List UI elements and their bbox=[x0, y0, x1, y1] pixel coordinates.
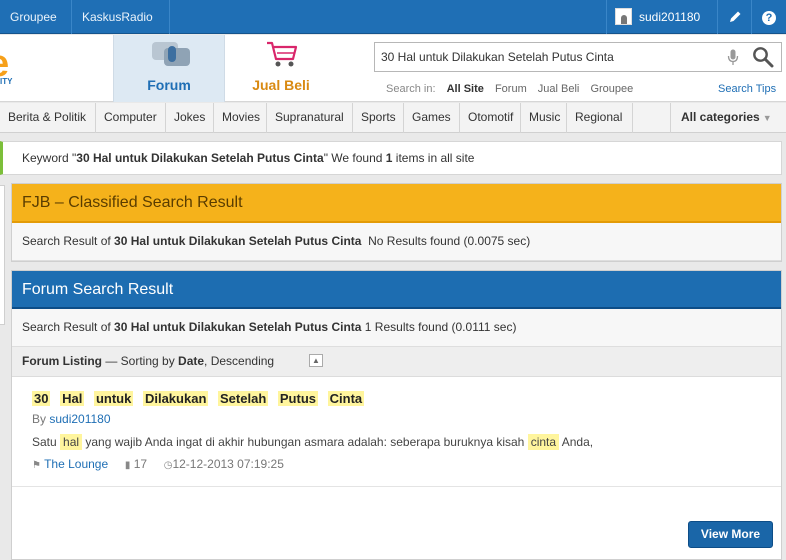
collapse-icon[interactable]: ▲ bbox=[309, 354, 323, 367]
snippet-text: Satu bbox=[32, 435, 61, 449]
author-link[interactable]: sudi201180 bbox=[49, 412, 110, 426]
forum-result-keyword: 30 Hal untuk Dilakukan Setelah Putus Cin… bbox=[114, 320, 362, 334]
keyword-mid: " We found bbox=[323, 151, 386, 165]
forum-result-summary: Search Result of 30 Hal untuk Dilakukan … bbox=[12, 309, 781, 347]
site-header: e ITY Forum Jual Beli Search in: All Si bbox=[0, 35, 786, 102]
thread-title-word: Dilakukan bbox=[142, 391, 209, 406]
category-music[interactable]: Music bbox=[521, 103, 567, 133]
kaskus-logo[interactable]: e ITY bbox=[0, 45, 40, 90]
tag-icon: ⚑ bbox=[32, 460, 41, 471]
category-berita-politik[interactable]: Berita & Politik bbox=[0, 103, 96, 133]
keyword-suffix: items in all site bbox=[392, 151, 475, 165]
tab-forum-label: Forum bbox=[147, 77, 191, 93]
category-bar: Berita & Politik Computer Jokes Movies S… bbox=[0, 103, 786, 133]
reply-count: 17 bbox=[133, 457, 148, 471]
view-more-button[interactable]: View More bbox=[688, 521, 773, 548]
search-tips-link[interactable]: Search Tips bbox=[718, 83, 776, 95]
category-computer[interactable]: Computer bbox=[96, 103, 166, 133]
chevron-down-icon: ▼ bbox=[762, 113, 772, 123]
fjb-result-panel: FJB – Classified Search Result Search Re… bbox=[11, 183, 782, 262]
forum-result-prefix: Search Result of bbox=[22, 320, 115, 334]
tab-jual-beli-label: Jual Beli bbox=[252, 77, 310, 93]
search-box bbox=[374, 42, 782, 72]
sort-order: , Descending bbox=[204, 354, 275, 368]
all-categories-label: All categories bbox=[681, 110, 760, 124]
search-in-label: Search in: bbox=[386, 83, 436, 95]
user-menu[interactable]: sudi201180 bbox=[606, 0, 718, 34]
forum-panel-title: Forum Search Result bbox=[12, 271, 781, 309]
search-in-options: Search in: All Site Forum Jual Beli Grou… bbox=[386, 83, 641, 95]
forum-listing-header: Forum Listing — Sorting by Date, Descend… bbox=[12, 347, 781, 377]
forum-icon bbox=[152, 40, 190, 70]
snippet-text: yang wajib Anda ingat di akhir hubungan … bbox=[82, 435, 528, 449]
comment-icon: ▮ bbox=[124, 460, 131, 471]
fjb-result-summary: Search Result of 30 Hal untuk Dilakukan … bbox=[12, 223, 781, 261]
fjb-panel-title: FJB – Classified Search Result bbox=[12, 184, 781, 223]
keyword-prefix: Keyword " bbox=[22, 151, 77, 165]
thread-meta: ⚑ The Lounge ▮ 17 ◷12-12-2013 07:19:25 bbox=[32, 457, 284, 471]
search-icon[interactable] bbox=[752, 46, 774, 68]
thread-title-word: 30 bbox=[32, 391, 51, 406]
search-option-jual-beli[interactable]: Jual Beli bbox=[538, 83, 580, 95]
thread-author-line: By sudi201180 bbox=[32, 412, 111, 426]
tab-forum[interactable]: Forum bbox=[113, 35, 225, 102]
snippet-highlight: cinta bbox=[527, 434, 560, 450]
help-icon[interactable]: ? bbox=[752, 0, 786, 34]
forum-result-count: 1 Results found (0.0111 sec) bbox=[364, 320, 517, 334]
microphone-icon[interactable] bbox=[727, 49, 739, 66]
avatar[interactable] bbox=[615, 8, 632, 25]
snippet-text: Anda, bbox=[559, 435, 594, 449]
tab-jual-beli[interactable]: Jual Beli bbox=[225, 35, 337, 102]
category-jokes[interactable]: Jokes bbox=[166, 103, 214, 133]
list-item: 30 Hal untuk Dilakukan Setelah Putus Cin… bbox=[12, 377, 781, 487]
sort-prefix: — Sorting by bbox=[102, 354, 179, 368]
search-input[interactable] bbox=[375, 43, 715, 71]
forum-category-link[interactable]: The Lounge bbox=[44, 457, 108, 471]
thread-title-word: Putus bbox=[277, 391, 319, 406]
logo-text: ITY bbox=[0, 77, 13, 86]
kaskus-radio-link[interactable]: KaskusRadio bbox=[72, 0, 170, 34]
thread-title-link[interactable]: 30 Hal untuk Dilakukan Setelah Putus Cin… bbox=[32, 391, 365, 406]
search-option-all-site[interactable]: All Site bbox=[447, 83, 484, 95]
thread-title-word: untuk bbox=[93, 391, 134, 406]
sort-key: Date bbox=[178, 354, 205, 368]
category-games[interactable]: Games bbox=[404, 103, 460, 133]
username[interactable]: sudi201180 bbox=[639, 0, 700, 34]
forum-result-panel: Forum Search Result Search Result of 30 … bbox=[11, 270, 782, 560]
thread-title-word: Cinta bbox=[327, 391, 365, 406]
category-otomotif[interactable]: Otomotif bbox=[460, 103, 521, 133]
thread-title-word: Hal bbox=[60, 391, 85, 406]
cart-icon bbox=[267, 41, 298, 67]
category-sports[interactable]: Sports bbox=[353, 103, 404, 133]
thread-snippet: Satu hal yang wajib Anda ingat di akhir … bbox=[32, 434, 594, 450]
fjb-result-prefix: Search Result of bbox=[22, 234, 115, 248]
top-bar: Groupee KaskusRadio sudi201180 ? bbox=[0, 0, 786, 34]
category-supranatural[interactable]: Supranatural bbox=[267, 103, 353, 133]
category-movies[interactable]: Movies bbox=[214, 103, 267, 133]
keyword-text: 30 Hal untuk Dilakukan Setelah Putus Cin… bbox=[76, 151, 324, 165]
thread-date: 12-12-2013 07:19:25 bbox=[172, 457, 284, 471]
by-label: By bbox=[32, 412, 50, 426]
search-option-forum[interactable]: Forum bbox=[495, 83, 527, 95]
side-panel-edge bbox=[0, 185, 5, 325]
fjb-result-count: No Results found (0.0075 sec) bbox=[368, 234, 531, 248]
snippet-highlight: hal bbox=[60, 434, 83, 450]
forum-listing-label: Forum Listing bbox=[22, 354, 102, 368]
all-categories-dropdown[interactable]: All categories ▼ bbox=[670, 103, 782, 133]
fjb-result-keyword: 30 Hal untuk Dilakukan Setelah Putus Cin… bbox=[114, 234, 362, 248]
pencil-icon[interactable] bbox=[718, 0, 752, 34]
keyword-summary: Keyword "30 Hal untuk Dilakukan Setelah … bbox=[0, 141, 782, 175]
thread-title-word: Setelah bbox=[218, 391, 269, 406]
category-regional[interactable]: Regional bbox=[567, 103, 633, 133]
groupee-link[interactable]: Groupee bbox=[0, 0, 72, 34]
search-option-groupee[interactable]: Groupee bbox=[590, 83, 633, 95]
